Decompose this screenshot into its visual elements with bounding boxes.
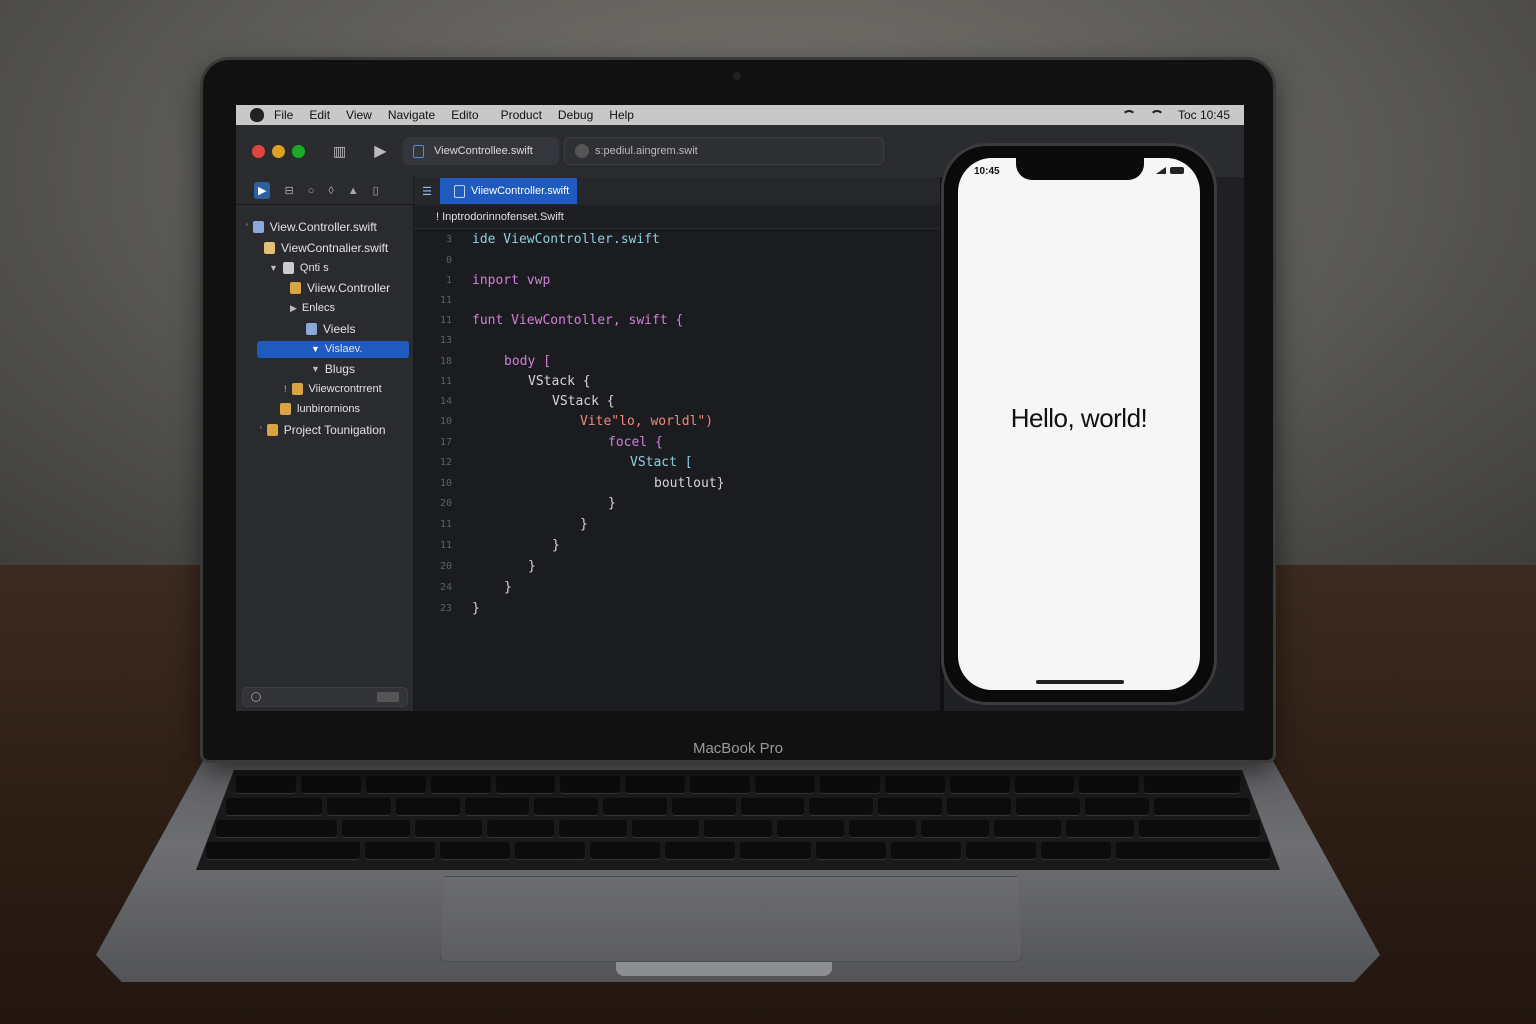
menu-edit[interactable]: Edit <box>309 108 330 122</box>
editor-tab-label: ViiewController.swift <box>471 185 570 197</box>
iphone-preview: 10:45 Hello, world! <box>941 143 1217 705</box>
tree-item-selected[interactable]: ▼ Vislaev. <box>236 339 414 359</box>
filter-options-icon[interactable] <box>377 692 399 702</box>
camera-icon <box>733 72 741 80</box>
debug-navigator-icon[interactable]: ▯ <box>373 184 379 197</box>
folder-icon <box>264 242 275 254</box>
toolbar-tab-secondary[interactable]: s:pediul.aingrem.swit <box>564 137 884 165</box>
zoom-window-button[interactable] <box>292 144 305 158</box>
code-line: 13 <box>439 334 452 346</box>
menu-bar: File Edit View Navigate Edito Product De… <box>236 105 1244 125</box>
code-area[interactable]: 3 ide ViewController.swift 0 1 inport vw… <box>414 229 944 711</box>
jump-bar[interactable]: ! Inptrodorinnofenset.Swift <box>414 205 944 229</box>
code-line: 11 funt ViewContoller, swift { <box>439 312 684 328</box>
hello-world-text: Hello, world! <box>1010 403 1148 433</box>
phone-notch <box>1016 158 1144 180</box>
code-line: 11 } <box>439 537 560 553</box>
keyboard <box>196 770 1280 870</box>
code-line: 11 } <box>439 516 588 532</box>
test-navigator-icon[interactable]: ▲ <box>348 185 359 197</box>
swift-file-icon <box>252 221 264 233</box>
menu-navigate[interactable]: Navigate <box>388 108 435 122</box>
tree-item[interactable]: Vieels <box>236 319 414 339</box>
file-icon <box>306 323 317 335</box>
code-line: 20 } <box>439 558 536 574</box>
code-line: 11 <box>439 294 452 306</box>
related-items-icon[interactable]: ☰ <box>414 177 440 205</box>
swift-file-icon <box>280 403 291 415</box>
tree-item[interactable]: Viiew.Controller <box>236 278 414 298</box>
phone-screen[interactable]: 10:45 Hello, world! <box>958 158 1200 690</box>
toolbar-tab-secondary-label: s:pediul.aingrem.swit <box>595 145 698 157</box>
navigator-filter-field[interactable] <box>242 687 408 707</box>
code-line: 17 focel { <box>439 434 663 450</box>
code-line: 18 body [ <box>439 353 551 369</box>
minimize-window-button[interactable] <box>272 144 285 158</box>
editor-tab-bar: ☰ ViiewController.swift <box>414 177 944 205</box>
project-navigator-icon[interactable]: ▶ <box>254 182 271 199</box>
code-line: 12 VStact [ <box>439 454 693 470</box>
tree-item[interactable]: lunbirornions <box>236 399 414 419</box>
wifi-icon-secondary[interactable] <box>1149 110 1164 120</box>
tree-item[interactable]: ▼ Blugs <box>236 359 414 379</box>
code-line: 0 <box>445 254 452 266</box>
screen: File Edit View Navigate Edito Product De… <box>236 105 1244 711</box>
signal-icon <box>1156 167 1166 174</box>
laptop-lid: File Edit View Navigate Edito Product De… <box>203 60 1273 760</box>
swift-file-icon <box>413 144 424 158</box>
menu-view[interactable]: View <box>346 108 372 122</box>
tree-item[interactable]: ▼ Qnti s <box>236 258 414 278</box>
swift-file-icon <box>291 383 303 395</box>
menu-file[interactable]: File <box>274 108 293 122</box>
wifi-icon[interactable] <box>1121 110 1136 120</box>
menu-debug[interactable]: Debug <box>558 108 593 122</box>
menu-help[interactable]: Help <box>609 108 634 122</box>
code-line: 3 ide ViewController.swift <box>445 231 660 247</box>
code-line: 11 VStack { <box>439 373 591 389</box>
swift-file-icon <box>454 184 465 198</box>
code-line: 1 inport vwp <box>445 272 551 288</box>
tree-item[interactable]: ' View.Controller.swift <box>236 217 414 237</box>
code-line: 10 Vite"lo, worldl") <box>439 413 714 429</box>
code-editor: ☰ ViiewController.swift ! Inptrodorinnof… <box>414 177 944 711</box>
issue-navigator-icon[interactable]: ◊ <box>328 185 333 197</box>
filter-icon <box>251 692 261 702</box>
code-line: 20 } <box>439 495 616 511</box>
tree-item[interactable]: ! Viiewcrontrrent <box>236 379 414 399</box>
phone-time: 10:45 <box>974 166 1000 177</box>
battery-icon <box>1170 167 1184 174</box>
tree-item[interactable]: ViewContnalier.swift <box>236 238 414 258</box>
lid-notch <box>616 962 832 976</box>
laptop-brand-label: MacBook Pro <box>692 740 784 757</box>
menu-product[interactable]: Product <box>501 108 542 122</box>
project-icon <box>266 424 278 436</box>
tab-badge-icon <box>575 144 589 158</box>
trackpad[interactable] <box>440 876 1022 962</box>
find-navigator-icon[interactable]: ○ <box>308 185 315 197</box>
home-indicator <box>1036 680 1124 684</box>
tree-item[interactable]: ' Project Tounigation <box>236 420 414 440</box>
source-control-icon[interactable]: ⊟ <box>284 184 293 197</box>
menubar-clock[interactable]: Toc 10:45 <box>1178 108 1230 122</box>
toolbar-tab-label: ViewControllee.swift <box>434 145 533 157</box>
sidebar-toggle-icon[interactable]: ▥ <box>333 143 346 160</box>
code-line: 24 } <box>439 579 512 595</box>
swift-file-icon <box>290 282 301 294</box>
tree-item[interactable]: ▶ Enlecs <box>236 298 414 318</box>
code-line: 10 boutlout} <box>439 475 725 491</box>
phone-status-icons <box>1156 167 1184 174</box>
code-line: 23 } <box>439 600 480 616</box>
toolbar-tab-active[interactable]: ViewControllee.swift <box>403 137 559 165</box>
apple-icon[interactable] <box>250 108 264 122</box>
menu-editor[interactable]: Edito <box>451 108 478 122</box>
navigator-selector-bar: ▶ ⊟ ○ ◊ ▲ ▯ <box>236 177 413 205</box>
run-button[interactable]: ▶ <box>374 141 386 161</box>
file-icon <box>282 262 294 274</box>
project-navigator: ▶ ⊟ ○ ◊ ▲ ▯ ' View.Controller.swift View… <box>236 177 414 711</box>
close-window-button[interactable] <box>252 144 265 158</box>
code-line: 14 VStack { <box>439 393 615 409</box>
editor-tab-active[interactable]: ViiewController.swift <box>440 178 578 204</box>
